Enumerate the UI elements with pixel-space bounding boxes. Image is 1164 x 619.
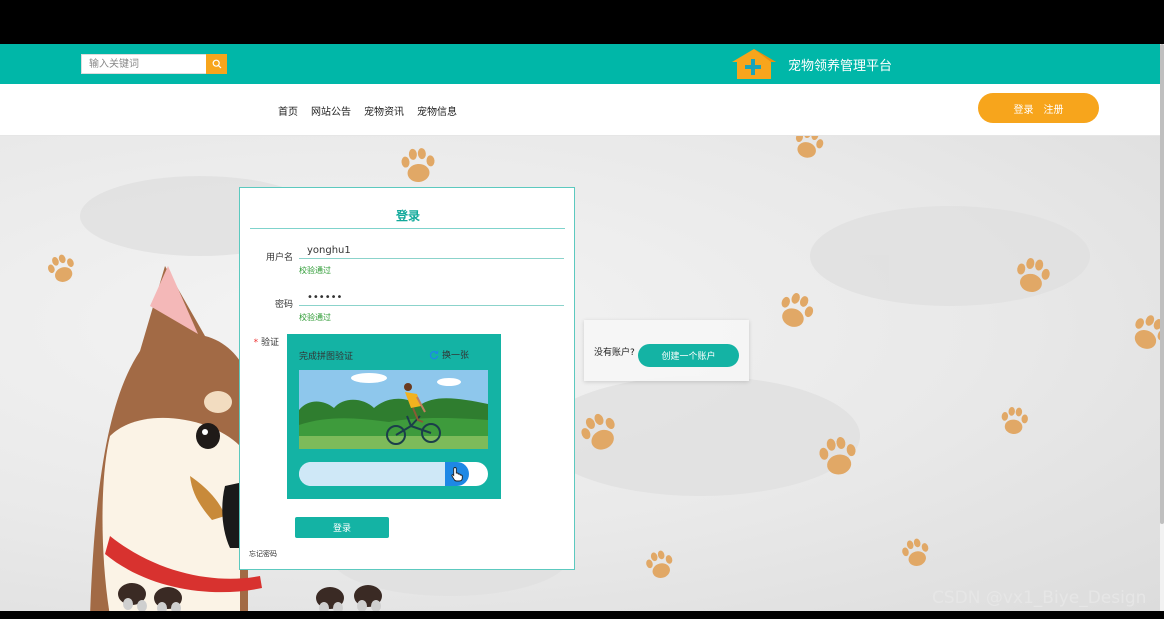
captcha-slider-handle[interactable] — [445, 462, 469, 486]
refresh-icon — [429, 350, 439, 359]
username-input[interactable] — [299, 243, 564, 259]
search-input[interactable] — [81, 54, 206, 74]
login-submit-button[interactable]: 登录 — [295, 517, 389, 538]
forgot-password-link[interactable]: 忘记密码 — [249, 549, 277, 559]
login-register-button[interactable]: 登录 注册 — [978, 93, 1099, 123]
password-input[interactable] — [299, 290, 564, 306]
captcha-slider-track — [299, 462, 488, 486]
search-button[interactable] — [206, 54, 227, 74]
navigation-bar: 首页 网站公告 宠物资讯 宠物信息 登录 注册 — [0, 84, 1160, 136]
required-mark: * — [253, 338, 259, 348]
captcha-puzzle-image — [299, 370, 488, 449]
captcha-title: 完成拼图验证 — [299, 352, 354, 362]
house-plus-logo-icon — [732, 49, 776, 79]
scrollbar-thumb[interactable] — [1160, 44, 1164, 524]
nav-item-pet-info[interactable]: 宠物信息 — [417, 103, 457, 118]
captcha-label-text: 验证 — [260, 338, 279, 348]
window-bottom-bar — [0, 611, 1164, 619]
login-link[interactable]: 登录 — [1014, 101, 1034, 116]
captcha-label: * 验证 — [219, 335, 279, 348]
search-box — [81, 54, 227, 74]
captcha-refresh-button[interactable]: 换一张 — [429, 348, 469, 361]
slider-captcha: 完成拼图验证 换一张 — [287, 334, 501, 499]
nav-item-pet-news[interactable]: 宠物资讯 — [364, 103, 404, 118]
create-account-button[interactable]: 创建一个账户 — [638, 344, 739, 367]
username-label: 用户名 — [265, 253, 293, 263]
window-top-bar — [0, 0, 1164, 44]
hand-pointer-icon — [451, 467, 463, 482]
password-label: 密码 — [274, 300, 293, 310]
signup-panel: 没有账户? 创建一个账户 — [584, 320, 749, 381]
top-header: 宠物领养管理平台 — [0, 44, 1160, 84]
refresh-label: 换一张 — [442, 351, 470, 361]
site-title: 宠物领养管理平台 — [788, 59, 893, 74]
login-title: 登录 — [395, 209, 420, 223]
register-link[interactable]: 注册 — [1044, 101, 1064, 116]
nav-item-announcements[interactable]: 网站公告 — [311, 103, 351, 118]
password-hint: 校验通过 — [299, 313, 331, 322]
page-scrollbar[interactable] — [1160, 44, 1164, 611]
search-icon — [212, 59, 221, 69]
captcha-slider-progress — [299, 462, 451, 486]
no-account-text: 没有账户? — [594, 348, 635, 358]
dog-and-paws-background — [44, 136, 1160, 611]
nav-item-home[interactable]: 首页 — [278, 103, 298, 118]
nav-menu: 首页 网站公告 宠物资讯 宠物信息 — [278, 103, 457, 118]
title-divider — [250, 228, 565, 229]
username-hint: 校验通过 — [299, 266, 331, 275]
csdn-watermark: CSDN @vx1_Biye_Design — [932, 588, 1147, 608]
login-form-card: 登录 用户名 校验通过 密码 校验通过 * 验证 完成拼图验证 换一张 — [239, 187, 575, 570]
background-illustration — [0, 136, 1160, 611]
